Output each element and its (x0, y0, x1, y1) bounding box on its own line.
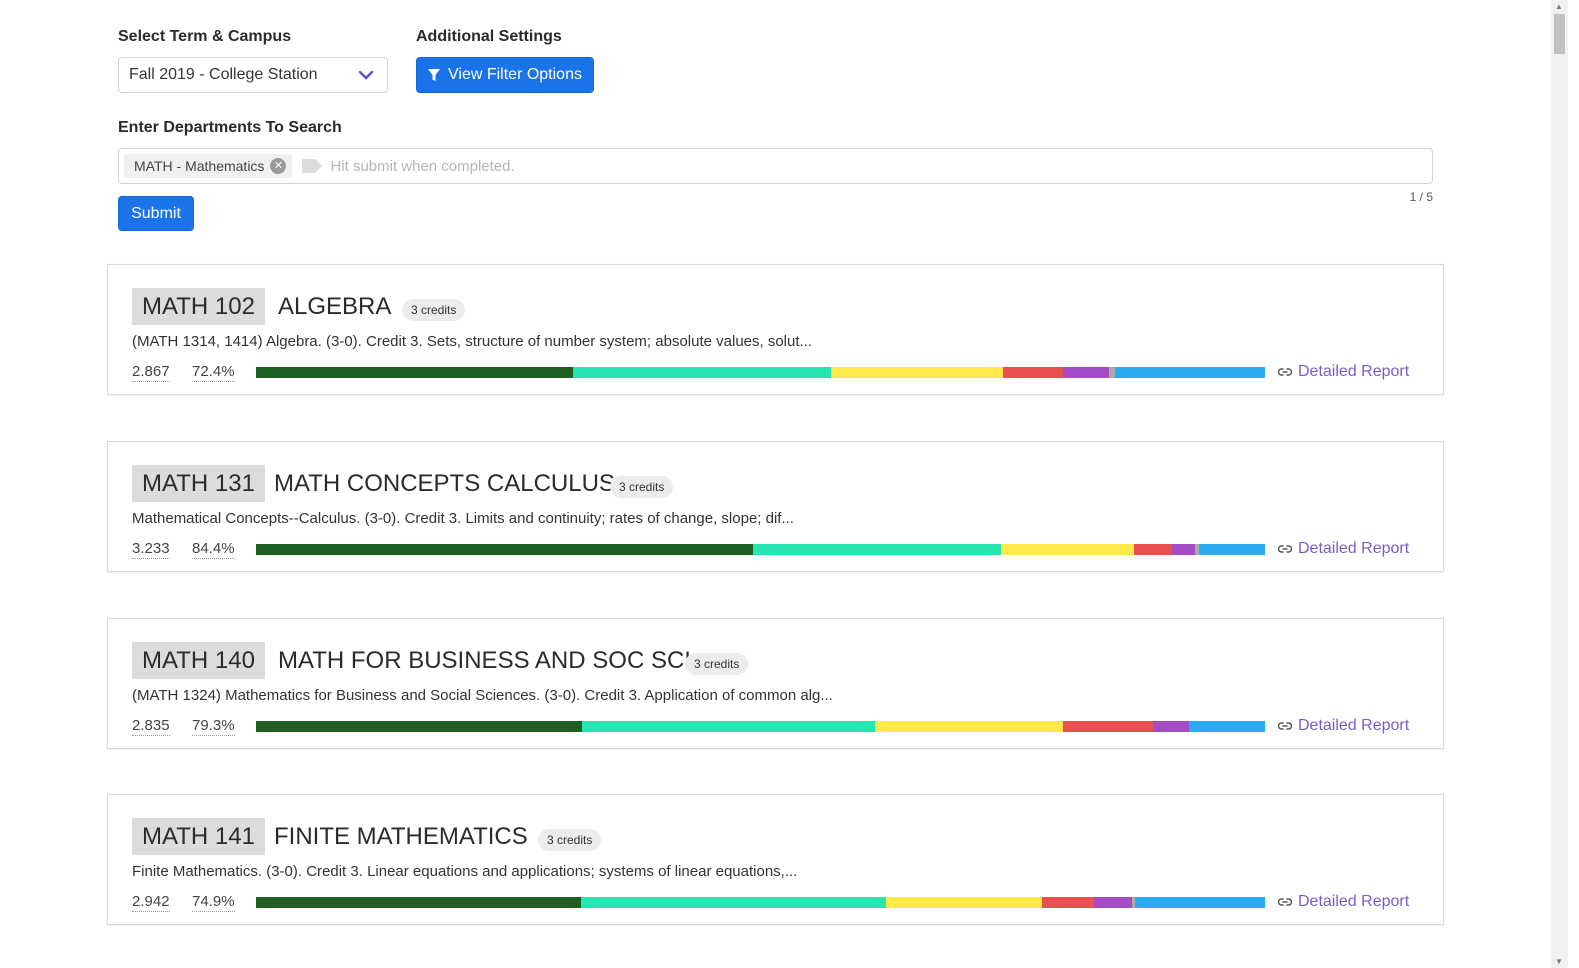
grade-segment-b (572, 367, 832, 378)
average-gpa[interactable]: 3.233 (132, 540, 170, 559)
average-gpa[interactable]: 2.835 (132, 717, 170, 736)
tag-counter: 1 / 5 (1409, 190, 1433, 204)
credits-badge: 3 credits (402, 299, 466, 321)
term-campus-select[interactable]: Fall 2019 - College Station (118, 57, 388, 93)
grade-segment-q (1134, 897, 1265, 908)
department-tag: MATH - Mathematics ✕ (124, 154, 293, 178)
grade-segment-b (581, 721, 875, 732)
credits-badge: 3 credits (685, 653, 749, 675)
course-title: MATH FOR BUSINESS AND SOC SCI (278, 647, 691, 674)
grade-segment-d (1063, 721, 1153, 732)
pass-rate[interactable]: 79.3% (192, 717, 235, 736)
grade-segment-c (885, 897, 1042, 908)
grade-segment-d (1041, 897, 1095, 908)
grade-segment-c (874, 721, 1064, 732)
course-description: (MATH 1324) Mathematics for Business and… (132, 687, 833, 704)
course-description: Finite Mathematics. (3-0). Credit 3. Lin… (132, 863, 798, 880)
term-campus-label: Select Term & Campus (118, 28, 292, 45)
course-card: MATH 141 FINITE MATHEMATICS 3 credits Fi… (107, 794, 1444, 925)
detailed-report-link[interactable]: Detailed Report (1278, 717, 1409, 735)
scroll-down-icon[interactable]: ▼ (1555, 957, 1563, 966)
course-code: MATH 141 (132, 818, 265, 855)
grade-segment-f (1063, 367, 1109, 378)
scrollbar-thumb[interactable] (1554, 14, 1565, 54)
grade-segment-a (256, 897, 581, 908)
filter-icon (428, 68, 440, 81)
course-title: MATH CONCEPTS CALCULUS (274, 470, 615, 497)
course-description: (MATH 1314, 1414) Algebra. (3-0). Credit… (132, 333, 813, 350)
average-gpa[interactable]: 2.942 (132, 893, 170, 912)
grade-distribution-bar (256, 897, 1265, 908)
grade-distribution-bar (256, 367, 1265, 378)
department-search-placeholder: Hit submit when completed. (330, 157, 515, 175)
detailed-report-link[interactable]: Detailed Report (1278, 540, 1409, 558)
tag-icon (302, 159, 323, 173)
grade-segment-a (256, 544, 754, 555)
department-tags-input[interactable]: MATH - Mathematics ✕ Hit submit when com… (118, 148, 1433, 184)
pass-rate[interactable]: 72.4% (192, 363, 235, 382)
link-icon (1278, 368, 1292, 376)
grade-segment-c (831, 367, 1003, 378)
detailed-report-label: Detailed Report (1298, 363, 1410, 380)
submit-label: Submit (131, 204, 181, 222)
term-campus-value: Fall 2019 - College Station (129, 66, 318, 83)
view-filter-options-button[interactable]: View Filter Options (416, 57, 594, 93)
credits-badge: 3 credits (610, 476, 674, 498)
course-title: ALGEBRA (278, 293, 392, 320)
grade-segment-q (1189, 721, 1265, 732)
pass-rate[interactable]: 84.4% (192, 540, 235, 559)
grade-segment-c (1000, 544, 1134, 555)
view-filter-options-label: View Filter Options (448, 66, 582, 83)
course-code: MATH 102 (132, 288, 265, 325)
average-gpa[interactable]: 2.867 (132, 363, 170, 382)
departments-label: Enter Departments To Search (118, 119, 342, 136)
detailed-report-label: Detailed Report (1298, 540, 1410, 557)
course-title: FINITE MATHEMATICS (274, 823, 528, 850)
grade-segment-d (1002, 367, 1064, 378)
grade-segment-d (1133, 544, 1173, 555)
grade-segment-f (1094, 897, 1132, 908)
scroll-up-icon[interactable]: ▲ (1555, 2, 1563, 11)
detailed-report-label: Detailed Report (1298, 717, 1410, 734)
detailed-report-link[interactable]: Detailed Report (1278, 893, 1409, 911)
credits-badge: 3 credits (538, 829, 602, 851)
grade-segment-a (256, 367, 573, 378)
course-card: MATH 102 ALGEBRA 3 credits (MATH 1314, 1… (107, 264, 1444, 395)
course-card: MATH 140 MATH FOR BUSINESS AND SOC SCI 3… (107, 618, 1444, 749)
grade-segment-b (580, 897, 886, 908)
page-scrollbar[interactable]: ▲ ▼ (1551, 0, 1568, 968)
submit-button[interactable]: Submit (118, 196, 194, 231)
course-card: MATH 131 MATH CONCEPTS CALCULUS 3 credit… (107, 441, 1444, 572)
grade-segment-f (1172, 544, 1196, 555)
course-code: MATH 131 (132, 465, 265, 502)
chevron-down-icon (359, 70, 373, 80)
detailed-report-link[interactable]: Detailed Report (1278, 363, 1409, 381)
grade-segment-q (1114, 367, 1265, 378)
link-icon (1278, 722, 1292, 730)
link-icon (1278, 545, 1292, 553)
department-tag-label: MATH - Mathematics (134, 158, 265, 174)
grade-segment-q (1199, 544, 1265, 555)
grade-segment-f (1152, 721, 1190, 732)
remove-tag-icon[interactable]: ✕ (270, 158, 287, 174)
additional-settings-label: Additional Settings (416, 28, 562, 45)
grade-segment-b (753, 544, 1001, 555)
grade-distribution-bar (256, 721, 1265, 732)
pass-rate[interactable]: 74.9% (192, 893, 235, 912)
grade-segment-a (256, 721, 582, 732)
grade-distribution-bar (256, 544, 1265, 555)
course-code: MATH 140 (132, 642, 265, 679)
course-description: Mathematical Concepts--Calculus. (3-0). … (132, 510, 794, 527)
detailed-report-label: Detailed Report (1298, 893, 1410, 910)
link-icon (1278, 898, 1292, 906)
